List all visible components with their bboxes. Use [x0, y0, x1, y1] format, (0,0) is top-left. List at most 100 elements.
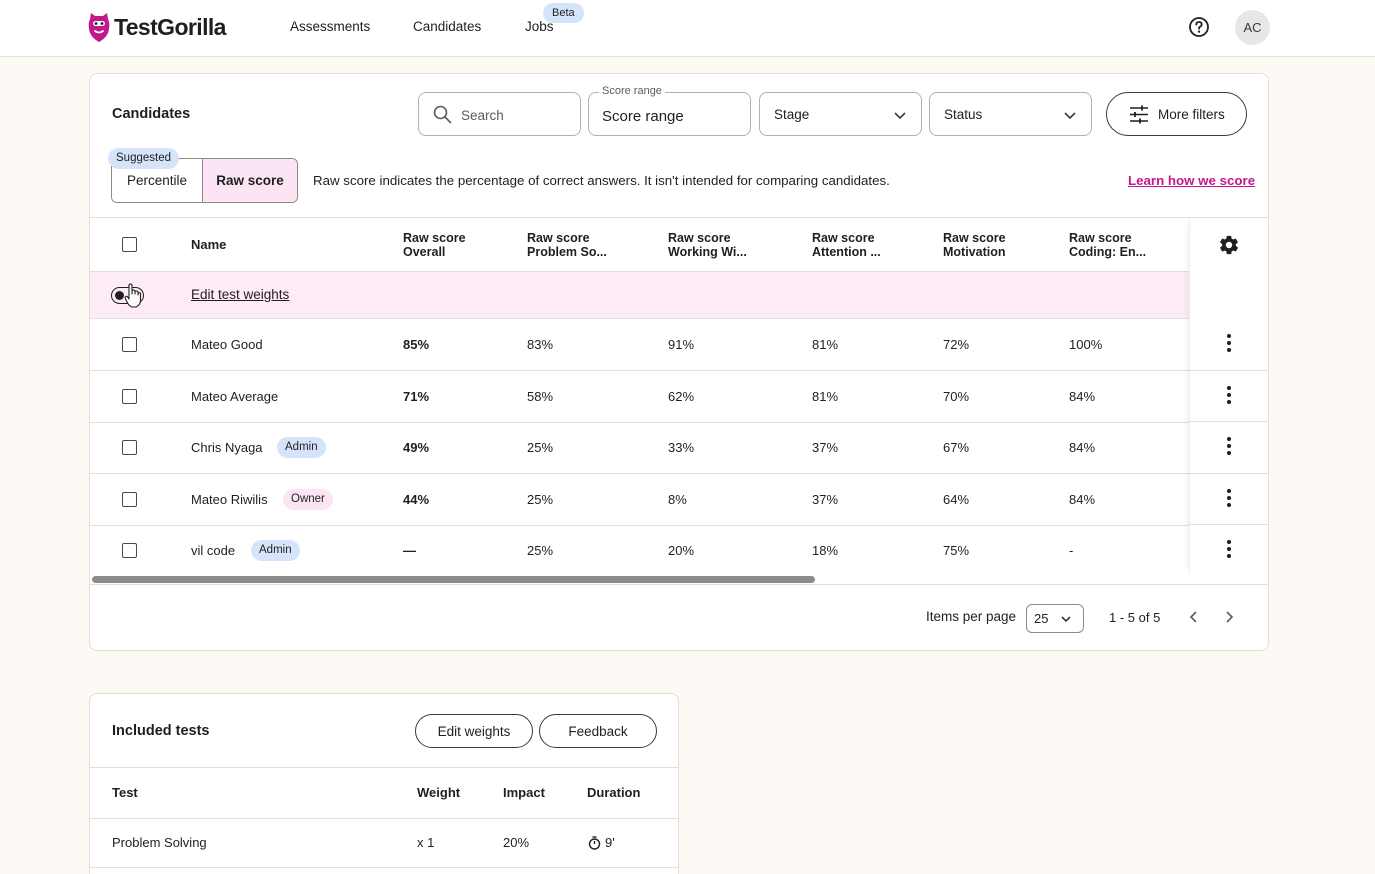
- score-range-field[interactable]: Score range Score range: [588, 85, 751, 136]
- chevron-down-icon: [1064, 112, 1076, 120]
- raw-score-toggle-button[interactable]: Raw score: [203, 159, 297, 202]
- feedback-button[interactable]: Feedback: [539, 714, 657, 748]
- items-per-page-select[interactable]: 25: [1026, 604, 1084, 633]
- candidate-name[interactable]: Mateo Good: [191, 337, 263, 352]
- score-cell: 33%: [668, 440, 695, 455]
- overall-score: 85%: [403, 337, 430, 352]
- admin-badge: Admin: [251, 540, 300, 561]
- working-with-column-header[interactable]: Raw score Working Wi...: [668, 231, 747, 259]
- score-cell: 84%: [1069, 492, 1096, 507]
- testgorilla-logo[interactable]: TestGorilla: [88, 11, 226, 43]
- candidate-name[interactable]: vil code: [191, 543, 235, 558]
- test-column-header: Test: [112, 785, 138, 800]
- score-cell: 100%: [1069, 337, 1103, 352]
- row-checkbox[interactable]: [122, 440, 137, 455]
- toggle-knob: [115, 291, 124, 300]
- suggested-badge: Suggested: [108, 148, 179, 169]
- included-tests-card: Included tests Edit weights Feedback Tes…: [89, 693, 679, 874]
- more-vertical-icon[interactable]: [1224, 384, 1234, 406]
- row-checkbox[interactable]: [122, 492, 137, 507]
- column-header-top: Raw score: [527, 231, 590, 245]
- table-row[interactable]: Mateo Good 85% 83% 91% 81% 72% 100%: [90, 319, 1189, 371]
- overall-column-header[interactable]: Raw score Overall: [403, 231, 466, 259]
- chevron-down-icon: [1061, 616, 1071, 623]
- user-avatar[interactable]: AC: [1235, 10, 1270, 45]
- score-cell: 64%: [943, 492, 970, 507]
- help-icon[interactable]: [1188, 16, 1210, 38]
- more-filters-button[interactable]: More filters: [1106, 92, 1247, 136]
- admin-badge: Admin: [277, 437, 326, 458]
- chevron-down-icon: [894, 112, 906, 120]
- score-cell: 81%: [812, 337, 839, 352]
- impact-column-header: Impact: [503, 785, 545, 800]
- score-cell: 91%: [668, 337, 695, 352]
- column-header-sub: Problem So...: [527, 245, 607, 259]
- score-cell: 20%: [668, 543, 695, 558]
- edit-weights-button[interactable]: Edit weights: [415, 714, 533, 748]
- search-input[interactable]: [461, 105, 571, 125]
- attention-column-header[interactable]: Raw score Attention ...: [812, 231, 881, 259]
- table-divider: [90, 217, 1268, 218]
- column-header-sub: Overall: [403, 245, 446, 259]
- select-all-checkbox[interactable]: [122, 237, 137, 252]
- candidate-name[interactable]: Mateo Riwilis: [191, 492, 268, 507]
- status-select[interactable]: Status: [929, 92, 1092, 136]
- candidate-name[interactable]: Mateo Average: [191, 389, 278, 404]
- coding-column-header[interactable]: Raw score Coding: En...: [1069, 231, 1146, 259]
- score-cell: 75%: [943, 543, 970, 558]
- overall-score: 71%: [403, 389, 430, 404]
- divider: [1189, 370, 1268, 371]
- score-cell: 18%: [812, 543, 839, 558]
- row-checkbox[interactable]: [122, 543, 137, 558]
- motivation-column-header[interactable]: Raw score Motivation: [943, 231, 1006, 259]
- score-range-label: Score range: [599, 85, 665, 97]
- more-vertical-icon[interactable]: [1224, 487, 1234, 509]
- duration-column-header: Duration: [587, 785, 641, 800]
- horizontal-scrollbar[interactable]: [90, 574, 1268, 584]
- learn-how-we-score-link[interactable]: Learn how we score: [1128, 173, 1255, 188]
- table-row[interactable]: Chris Nyaga Admin 49% 25% 33% 37% 67% 84…: [90, 422, 1189, 474]
- raw-score-description: Raw score indicates the percentage of co…: [313, 173, 890, 188]
- chevron-right-icon[interactable]: [1221, 609, 1237, 625]
- included-tests-title: Included tests: [112, 723, 210, 739]
- more-vertical-icon[interactable]: [1224, 332, 1234, 354]
- score-cell: 58%: [527, 389, 554, 404]
- score-cell: 8%: [668, 492, 687, 507]
- hand-cursor-icon: [124, 283, 142, 308]
- table-row[interactable]: Mateo Average 71% 58% 62% 81% 70% 84%: [90, 371, 1189, 423]
- divider: [1189, 524, 1268, 525]
- candidate-name[interactable]: Chris Nyaga: [191, 440, 263, 455]
- score-cell: 25%: [527, 440, 554, 455]
- score-cell: 62%: [668, 389, 695, 404]
- stage-select[interactable]: Stage: [759, 92, 922, 136]
- score-cell: 37%: [812, 440, 839, 455]
- table-row[interactable]: Mateo Riwilis Owner 44% 25% 8% 37% 64% 8…: [90, 474, 1189, 526]
- table-divider: [90, 818, 678, 819]
- more-filters-label: More filters: [1158, 107, 1225, 122]
- nav-assessments[interactable]: Assessments: [290, 19, 370, 34]
- score-cell: -: [1069, 543, 1074, 558]
- gear-icon[interactable]: [1218, 234, 1240, 256]
- nav-candidates[interactable]: Candidates: [413, 19, 481, 34]
- table-row[interactable]: vil code Admin — 25% 20% 18% 75% -: [90, 525, 1189, 577]
- weight-column-header: Weight: [417, 785, 461, 800]
- divider: [1189, 473, 1268, 474]
- items-per-page-value: 25: [1034, 611, 1049, 626]
- overall-score: —: [403, 543, 416, 558]
- search-field[interactable]: [418, 92, 581, 136]
- column-header-top: Raw score: [812, 231, 875, 245]
- score-cell: 67%: [943, 440, 970, 455]
- scrollbar-thumb[interactable]: [92, 576, 815, 583]
- test-impact: 20%: [503, 835, 530, 850]
- divider: [1189, 421, 1268, 422]
- edit-test-weights-link[interactable]: Edit test weights: [191, 287, 289, 302]
- chevron-left-icon[interactable]: [1186, 609, 1202, 625]
- test-weight: x 1: [417, 835, 435, 850]
- problem-solving-column-header[interactable]: Raw score Problem So...: [527, 231, 607, 259]
- more-vertical-icon[interactable]: [1224, 538, 1234, 560]
- row-checkbox[interactable]: [122, 389, 137, 404]
- beta-badge: Beta: [543, 3, 584, 23]
- row-checkbox[interactable]: [122, 337, 137, 352]
- more-vertical-icon[interactable]: [1224, 435, 1234, 457]
- name-column-header[interactable]: Name: [191, 237, 226, 252]
